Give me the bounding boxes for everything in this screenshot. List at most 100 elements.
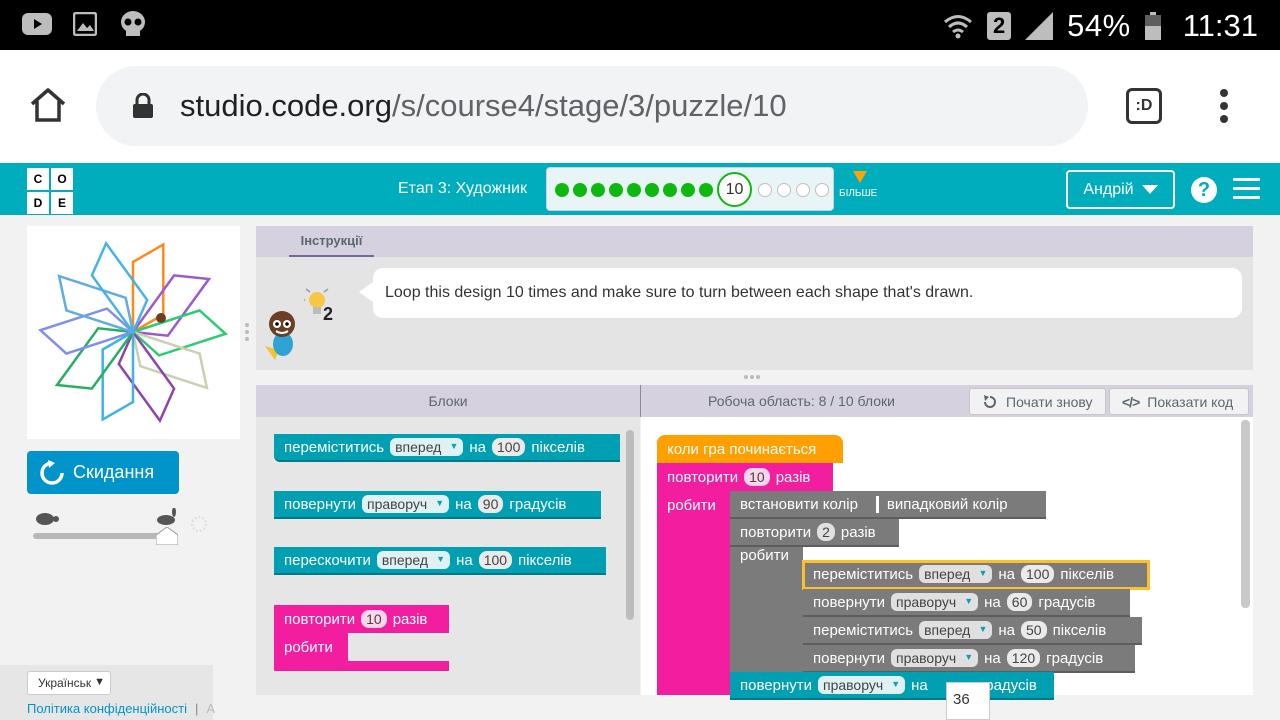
angle-number-input[interactable]: 36: [946, 682, 990, 720]
level-dot-completed[interactable]: [663, 183, 677, 197]
clock: 11:31: [1182, 8, 1258, 43]
block-label: повторити: [667, 468, 739, 486]
direction-dropdown[interactable]: вперед: [376, 551, 451, 569]
turn-block[interactable]: повернути праворуч на 120 градусів: [803, 645, 1135, 673]
set-color-block[interactable]: встановити колір випадковий колір: [730, 491, 1046, 519]
user-menu-button[interactable]: Андрій: [1066, 170, 1175, 209]
color-value-block[interactable]: випадковий колір: [875, 495, 1008, 513]
level-dot-completed[interactable]: [645, 183, 659, 197]
move-forward-block[interactable]: переміститись вперед на 100 пікселів: [802, 560, 1150, 590]
level-dot-completed[interactable]: [699, 183, 713, 197]
workspace-header: Блоки Робоча область: 8 / 10 блоки Почат…: [256, 385, 1253, 417]
turn-block[interactable]: повернути праворуч на 60 градусів: [803, 589, 1130, 617]
reset-label: Скидання: [73, 462, 155, 482]
show-code-button[interactable]: </> Показати код: [1109, 388, 1249, 415]
toolbox-jump-forward-block[interactable]: перескочити вперед на 100 пікселів: [274, 547, 606, 575]
footer: Українськ ▼ Політика конфіденційності | A: [0, 665, 215, 720]
url-text: studio.code.org/s/course4/stage/3/puzzle…: [180, 88, 787, 124]
speed-slider[interactable]: [30, 508, 215, 551]
instruction-bubble: Loop this design 10 times and make sure …: [359, 268, 1242, 318]
angle-input[interactable]: 120: [1006, 649, 1041, 667]
puzzle-page: Скидання Українськ ▼ Політика конфіденцій…: [0, 215, 1280, 720]
artist-sprite: [156, 313, 166, 323]
direction-dropdown[interactable]: вперед: [390, 438, 464, 456]
angle-input[interactable]: 60: [1006, 593, 1033, 611]
block-label: на: [469, 438, 486, 456]
distance-input[interactable]: 100: [492, 438, 526, 456]
overflow-menu-icon[interactable]: [1218, 88, 1230, 124]
distance-input[interactable]: 100: [478, 551, 513, 569]
level-dot-completed[interactable]: [591, 183, 605, 197]
status-bar: 2 54% 11:31: [0, 0, 1280, 50]
toolbox-turn-block[interactable]: повернути праворуч на 90 градусів: [274, 491, 601, 519]
skull-icon: [121, 11, 145, 36]
hamburger-menu-icon[interactable]: [1233, 178, 1260, 200]
home-icon[interactable]: [29, 87, 67, 123]
level-dot-completed[interactable]: [627, 183, 641, 197]
level-dot-remaining[interactable]: [796, 183, 810, 197]
direction-dropdown[interactable]: праворуч: [890, 649, 979, 667]
wifi-icon: [944, 15, 973, 39]
level-dot-remaining[interactable]: [777, 183, 791, 197]
repeat-block-footer: [348, 661, 449, 671]
slider-track[interactable]: [33, 533, 168, 539]
repeat-block-body[interactable]: робити: [274, 633, 348, 671]
toolbox-repeat-block[interactable]: повторити 10 разів: [274, 605, 449, 633]
rabbit-icon: [157, 508, 176, 525]
distance-input[interactable]: 100: [1021, 565, 1055, 583]
toolbox-move-forward-block[interactable]: переміститись вперед на 100 пікселів: [274, 434, 620, 462]
block-label: на: [984, 593, 1001, 611]
footer-link-truncated[interactable]: A: [206, 701, 215, 716]
repeat-inner-block[interactable]: повторити 2 разів: [730, 519, 899, 547]
help-icon[interactable]: ?: [1191, 177, 1217, 203]
start-over-button[interactable]: Почати знову: [969, 388, 1106, 415]
direction-dropdown[interactable]: вперед: [919, 621, 993, 639]
workspace-scrollbar[interactable]: [1241, 420, 1250, 608]
block-label: повернути: [284, 495, 356, 513]
level-dot-remaining[interactable]: [815, 183, 829, 197]
logo-letter: D: [27, 192, 49, 214]
hint-button[interactable]: 2: [302, 288, 340, 324]
restart-icon: [984, 394, 996, 408]
repeat-count-input[interactable]: 2: [817, 523, 835, 541]
current-level-badge[interactable]: 10: [717, 172, 752, 207]
direction-dropdown[interactable]: вперед: [919, 565, 993, 583]
address-bar[interactable]: studio.code.org/s/course4/stage/3/puzzle…: [96, 66, 1088, 146]
code-logo[interactable]: C O D E: [27, 168, 73, 214]
tab-switcher-button[interactable]: :D: [1126, 88, 1162, 124]
logo-letter: C: [27, 168, 49, 190]
turn-after-shape-block-label[interactable]: повернути праворуч на градусів: [730, 672, 1054, 700]
slider-thumb[interactable]: [156, 527, 178, 545]
drawing-svg: [37, 240, 229, 424]
level-dot-completed[interactable]: [573, 183, 587, 197]
level-dot-completed[interactable]: [555, 183, 569, 197]
direction-dropdown[interactable]: праворуч: [361, 495, 450, 513]
panel-resize-handle[interactable]: [245, 323, 249, 344]
code-icon: </>: [1122, 393, 1140, 410]
battery-percent: 54%: [1067, 8, 1131, 43]
artist-canvas: [27, 226, 240, 439]
level-dot-completed[interactable]: [609, 183, 623, 197]
repeat-outer-block[interactable]: повторити 10 разів: [657, 463, 833, 491]
vertical-resize-handle[interactable]: [744, 375, 764, 379]
privacy-link[interactable]: Політика конфіденційності: [27, 701, 187, 716]
direction-dropdown[interactable]: праворуч: [890, 593, 979, 611]
repeat-block-slot: [348, 633, 449, 661]
reset-button[interactable]: Скидання: [27, 451, 179, 494]
move-forward-block[interactable]: переміститись вперед на 50 пікселів: [803, 617, 1142, 645]
direction-dropdown[interactable]: праворуч: [817, 676, 906, 694]
select-caret-icon: ▼: [94, 676, 105, 688]
distance-input[interactable]: 50: [1021, 621, 1047, 639]
angle-input[interactable]: 90: [477, 495, 504, 513]
toolbox-scrollbar[interactable]: [626, 430, 634, 620]
more-levels-button[interactable]: БІЛЬШЕ: [839, 171, 883, 199]
tab-instructions[interactable]: Інструкції: [289, 226, 374, 257]
level-dot-remaining[interactable]: [758, 183, 772, 197]
toolbox-title: Блоки: [428, 393, 468, 409]
level-dot-completed[interactable]: [681, 183, 695, 197]
repeat-count-input[interactable]: 10: [361, 610, 387, 628]
when-run-block[interactable]: коли гра починається: [657, 435, 843, 463]
language-select[interactable]: Українськ ▼: [27, 671, 111, 695]
block-label: пікселів: [518, 551, 572, 569]
repeat-count-input[interactable]: 10: [744, 468, 770, 486]
